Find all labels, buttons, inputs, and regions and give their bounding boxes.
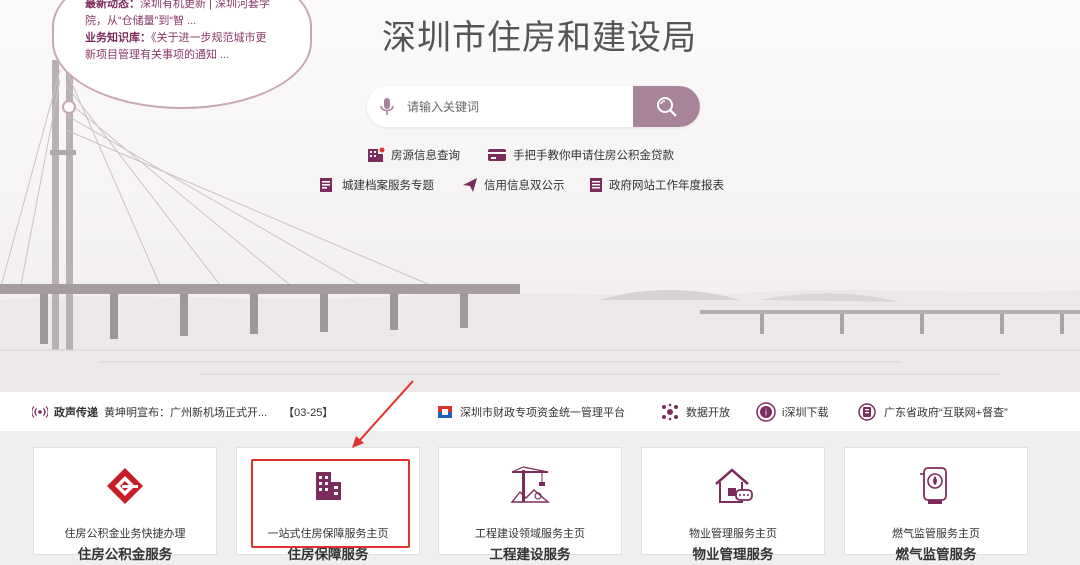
latest-news[interactable]: 最新动态：深圳有机更新 | 深圳河套学院，从“仓储量”到“智 ... [85, 0, 271, 30]
card-icon [488, 149, 506, 161]
search-icon [656, 96, 677, 117]
service-card-property[interactable]: 物业管理服务主页 物业管理服务 [641, 447, 825, 562]
search-input[interactable] [405, 96, 629, 118]
service-card-gas[interactable]: 燃气监管服务主页 燃气监管服务 [844, 447, 1028, 562]
finance-platform-icon [438, 405, 452, 418]
news-headline[interactable]: 黄坤明宣布：广州新机场正式开... [104, 404, 267, 420]
news-ticker[interactable]: 政声传递 黄坤明宣布：广州新机场正式开... 【03-25】 [32, 392, 333, 431]
search-bar [367, 86, 700, 127]
service-card-housing-fund[interactable]: 住房公积金业务快捷办理 住房公积金服务 [33, 447, 217, 562]
microphone-icon[interactable] [379, 97, 395, 117]
housing-fund-icon [107, 468, 143, 504]
document-icon [590, 178, 602, 192]
ishenzhen-icon: i [756, 401, 776, 422]
svg-text:i: i [765, 408, 768, 418]
service-subtitle: 工程建设领域服务主页 [475, 528, 585, 540]
construction-crane-icon [510, 466, 550, 503]
gas-supervision-icon [920, 467, 947, 504]
broadcast-icon [32, 405, 48, 418]
services-section: 住房公积金业务快捷办理 住房公积金服务 一站式住房保障服务主页 住房保障服务 工… [0, 431, 1080, 565]
news-bar: 政声传递 黄坤明宣布：广州新机场正式开... 【03-25】 深圳市财政专项资金… [0, 392, 1080, 431]
property-management-icon [715, 468, 753, 503]
link-label: 数据开放 [686, 406, 730, 419]
finance-platform-link[interactable]: 深圳市财政专项资金统一管理平台 [436, 392, 625, 431]
quick-link-label: 房源信息查询 [391, 150, 460, 162]
building-icon [368, 147, 385, 162]
supervision-icon [858, 402, 876, 421]
search-button[interactable] [633, 86, 700, 127]
open-data-link[interactable]: 数据开放 [660, 392, 730, 431]
service-title: 住房公积金服务 [77, 547, 173, 562]
service-card-construction[interactable]: 工程建设领域服务主页 工程建设服务 [438, 447, 622, 562]
quick-link-housing-query[interactable]: 房源信息查询 [367, 147, 460, 163]
quick-link-label: 信用信息双公示 [484, 180, 565, 192]
quick-link-credit[interactable]: 信用信息双公示 [462, 177, 565, 193]
open-data-icon [662, 403, 678, 420]
annotation-highlight-box [251, 459, 410, 548]
quick-link-annual-report[interactable]: 政府网站工作年度报表 [589, 177, 724, 193]
service-subtitle: 住房公积金业务快捷办理 [64, 528, 186, 540]
service-subtitle: 物业管理服务主页 [689, 528, 777, 540]
link-label: i深圳下载 [782, 406, 829, 419]
paper-plane-icon [463, 178, 477, 192]
quick-link-label: 手把手教你申请住房公积金贷款 [513, 150, 674, 162]
quick-link-fund-loan[interactable]: 手把手教你申请住房公积金贷款 [487, 147, 674, 163]
link-label: 深圳市财政专项资金统一管理平台 [460, 406, 625, 419]
service-title: 工程建设服务 [489, 547, 571, 562]
ishenzhen-download-link[interactable]: i i深圳下载 [756, 392, 828, 431]
knowledge-base-label: 业务知识库： [85, 32, 151, 44]
quick-link-label: 城建档案服务专题 [342, 180, 434, 192]
service-title: 物业管理服务 [692, 547, 774, 562]
bubble-content: 最新动态：深圳有机更新 | 深圳河套学院，从“仓储量”到“智 ... 业务知识库… [85, 0, 271, 64]
service-title: 燃气监管服务 [895, 547, 977, 562]
latest-news-label: 最新动态： [85, 0, 140, 10]
quick-link-label: 政府网站工作年度报表 [609, 180, 724, 192]
site-title: 深圳市住房和建设局 [382, 18, 697, 58]
bubble-tail [62, 100, 76, 114]
archive-icon [320, 178, 332, 192]
news-label: 政声传递 [54, 406, 98, 419]
news-date: 【03-25】 [283, 406, 334, 419]
supervision-link[interactable]: 广东省政府“互联网+督查” [856, 392, 1008, 431]
quick-link-archives[interactable]: 城建档案服务专题 [318, 177, 434, 193]
knowledge-base[interactable]: 业务知识库：《关于进一步规范城市更新项目管理有关事项的通知 ... [85, 30, 271, 64]
link-label: 广东省政府“互联网+督查” [884, 406, 1008, 419]
hero-banner: 最新动态：深圳有机更新 | 深圳河套学院，从“仓储量”到“智 ... 业务知识库… [0, 0, 1080, 392]
service-subtitle: 燃气监管服务主页 [892, 528, 980, 540]
